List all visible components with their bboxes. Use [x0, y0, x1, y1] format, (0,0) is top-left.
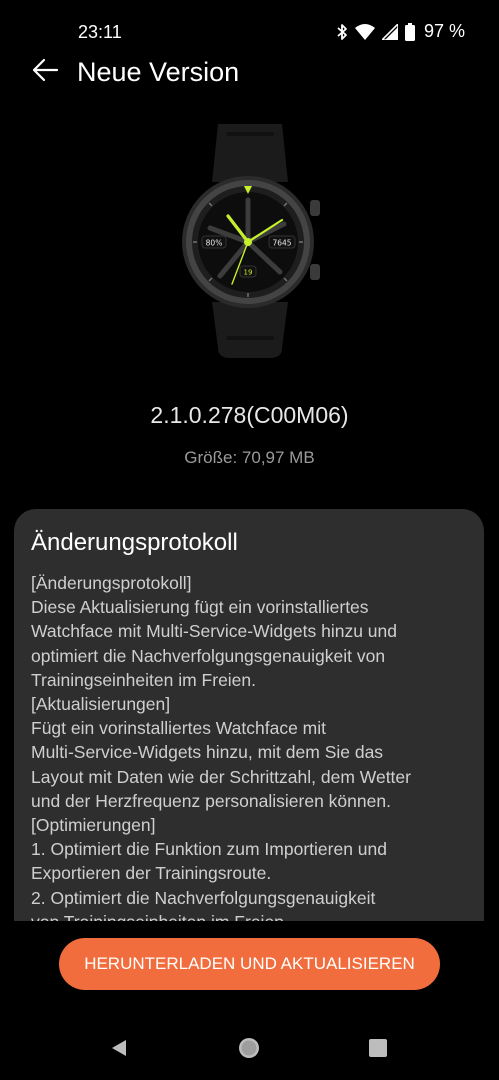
nav-recents-button[interactable]	[365, 1037, 391, 1063]
watch-image: 80% 7645 19	[170, 124, 330, 360]
version-number: 2.1.0.278(C00M06)	[150, 402, 349, 428]
changelog-line: Multi-Service-Widgets hinzu, mit dem Sie…	[31, 742, 384, 763]
square-recents-icon	[368, 1038, 388, 1063]
changelog-line: optimiert die Nachverfolgungsgenauigkeit…	[31, 645, 386, 666]
battery-icon	[404, 22, 415, 41]
wifi-icon	[354, 23, 375, 40]
changelog-line: [Änderungsprotokoll]	[31, 573, 192, 593]
changelog-line: Layout mit Daten wie der Schrittzahl, de…	[31, 766, 411, 787]
battery-percent: 97 %	[423, 21, 465, 41]
changelog-card[interactable]: Änderungsprotokoll [Änderungsprotokoll] …	[14, 509, 484, 921]
changelog-line: Diese Aktualisierung fügt ein vorinstall…	[31, 597, 369, 618]
changelog-line: 1. Optimiert die Funktion zum Importiere…	[31, 839, 387, 860]
changelog-line: Exportieren der Trainingsroute.	[31, 863, 272, 884]
signal-icon	[381, 23, 398, 40]
changelog-line: 2. Optimiert die Nachverfolgungsgenauigk…	[31, 887, 376, 908]
watch-date-widget: 19	[244, 269, 253, 277]
changelog-line: [Aktualisierungen]	[31, 694, 171, 715]
nav-back-button[interactable]	[106, 1037, 132, 1063]
changelog-line: von Trainingseinheiten im Freien.	[31, 910, 476, 921]
nav-home-button[interactable]	[236, 1037, 262, 1063]
watch-steps-widget: 7645	[272, 239, 291, 248]
changelog-line: Trainingseinheiten im Freien.	[31, 669, 257, 690]
changelog-line: Watchface mit Multi-Service-Widgets hinz…	[31, 621, 398, 642]
status-icons: 97 %	[336, 21, 465, 42]
triangle-back-icon	[109, 1038, 129, 1063]
page-title: Neue Version	[77, 57, 240, 87]
back-button[interactable]	[24, 54, 66, 90]
status-time: 23:11	[78, 22, 122, 42]
changelog-line: [Optimierungen]	[31, 815, 156, 836]
changelog-body: [Änderungsprotokoll] Diese Aktualisierun…	[31, 571, 476, 921]
arrow-left-icon	[31, 58, 59, 87]
changelog-line: Fügt ein vorinstalliertes Watchface mit	[31, 718, 327, 739]
download-update-button[interactable]: HERUNTERLADEN UND AKTUALISIEREN	[59, 938, 440, 990]
navigation-bar	[0, 1020, 499, 1080]
circle-home-icon	[237, 1036, 261, 1065]
changelog-title: Änderungsprotokoll	[31, 529, 238, 556]
changelog-line: und der Herzfrequenz personalisieren kön…	[31, 790, 391, 811]
watch-battery-widget: 80%	[206, 239, 223, 248]
app-bar: Neue Version	[0, 44, 499, 100]
bluetooth-icon	[336, 23, 348, 41]
update-size: Größe: 70,97 MB	[184, 448, 315, 467]
